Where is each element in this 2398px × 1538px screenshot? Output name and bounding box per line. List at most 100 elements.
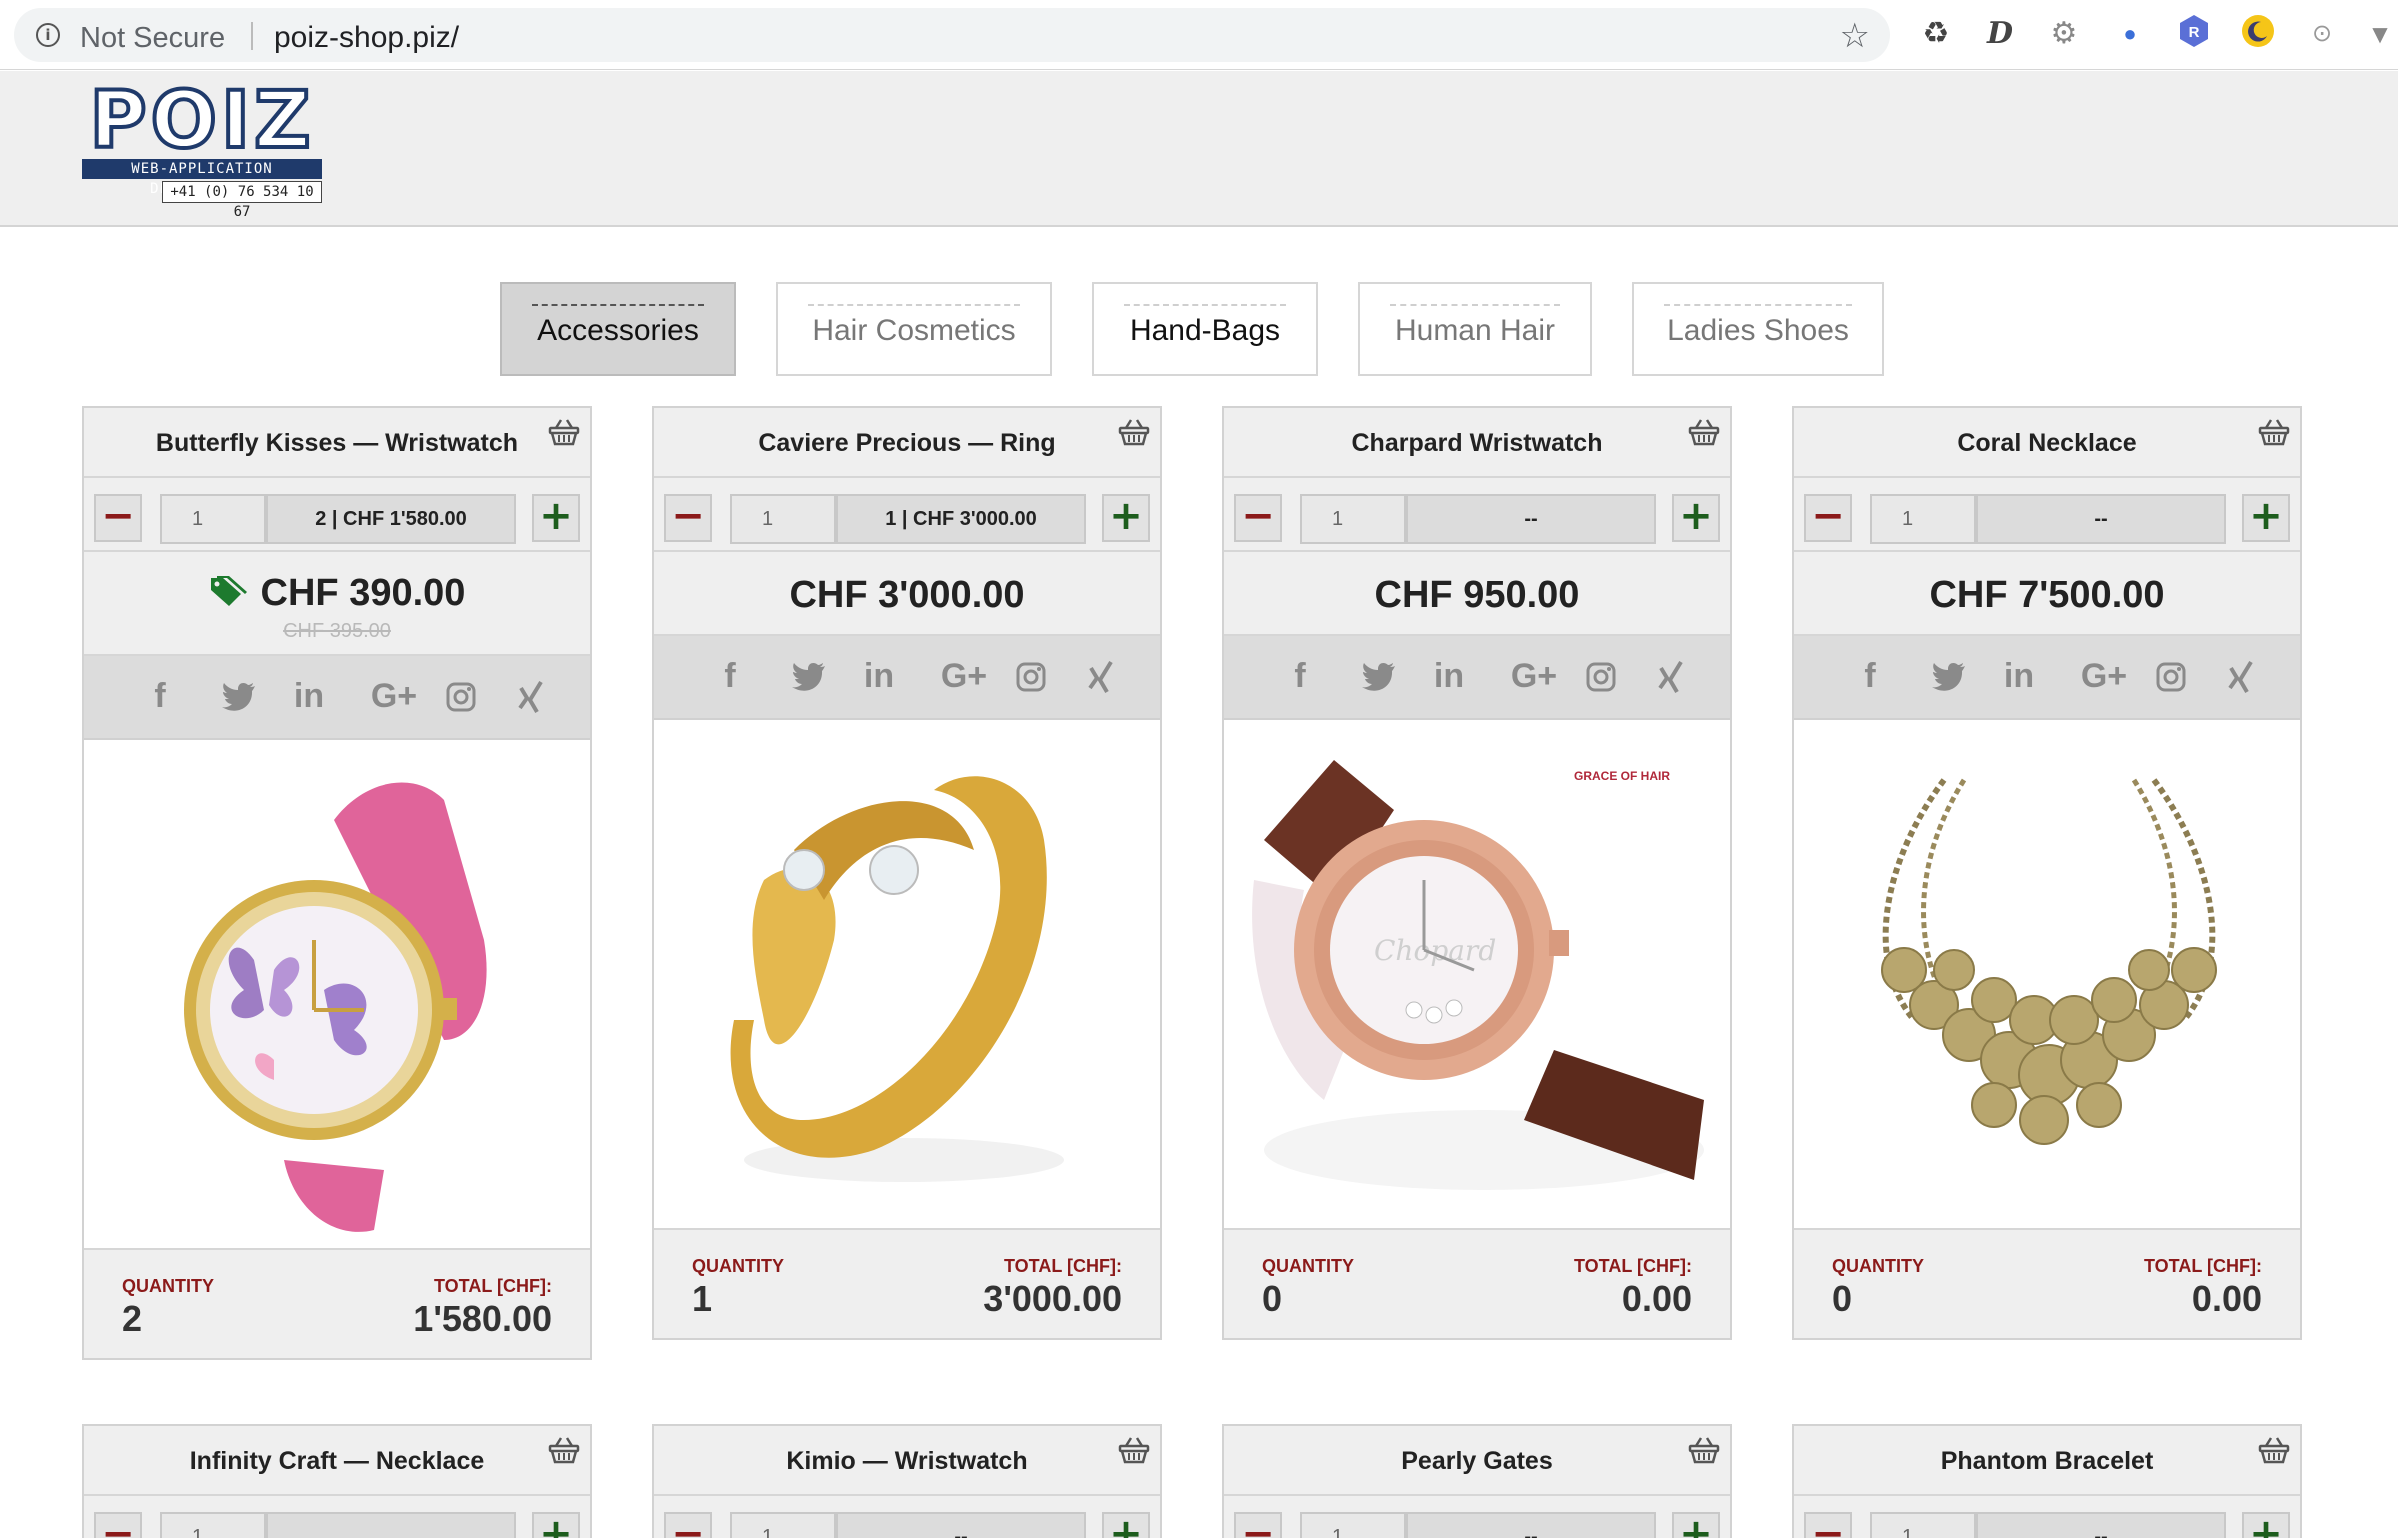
product-title: Charpard Wristwatch xyxy=(1351,429,1603,457)
facebook-icon[interactable]: f xyxy=(140,672,180,720)
facebook-icon[interactable]: f xyxy=(1850,652,1890,700)
dots-icon[interactable]: ● xyxy=(2110,14,2150,54)
instagram-icon[interactable] xyxy=(2146,652,2196,705)
increase-button[interactable]: + xyxy=(1672,1512,1720,1538)
basket-icon[interactable] xyxy=(1688,1436,1720,1464)
product-title-bar: Butterfly Kisses — Wristwatch xyxy=(84,408,590,478)
linkedin-icon[interactable]: in xyxy=(854,652,904,700)
tab-hand-bags[interactable]: Hand-Bags xyxy=(1092,282,1318,376)
instagram-icon[interactable] xyxy=(436,672,486,725)
recycle-icon[interactable]: ♻ xyxy=(1916,14,1956,54)
browser-toolbar: i Not Secure poiz-shop.piz/ ☆ ♻ D ⚙ ● R … xyxy=(0,0,2398,70)
cart-summary: -- xyxy=(1406,494,1656,544)
facebook-icon[interactable]: f xyxy=(1280,652,1320,700)
tab-hair-cosmetics[interactable]: Hair Cosmetics xyxy=(776,282,1052,376)
logo-tagline: WEB-APPLICATION DEVELOPMENT xyxy=(82,159,322,197)
price-panel: CHF 950.00 xyxy=(1224,552,1730,636)
product-price: CHF 3'000.00 xyxy=(789,574,1025,616)
twitter-icon[interactable] xyxy=(784,652,834,705)
decrease-button[interactable]: − xyxy=(94,1512,142,1538)
twitter-icon[interactable] xyxy=(214,672,264,725)
decrease-button[interactable]: − xyxy=(664,494,712,542)
xing-icon[interactable] xyxy=(1646,652,1696,707)
d-icon[interactable]: D xyxy=(1980,14,2020,54)
product-image[interactable]: GRACE OF HAIR Chopard xyxy=(1224,720,1730,1228)
product-title: Kimio — Wristwatch xyxy=(786,1447,1028,1475)
card-footer: QUANTITY TOTAL [CHF]: 2 1'580.00 xyxy=(84,1248,590,1358)
decrease-button[interactable]: − xyxy=(1234,494,1282,542)
info-icon[interactable]: i xyxy=(36,23,60,47)
basket-icon[interactable] xyxy=(548,1436,580,1464)
basket-icon[interactable] xyxy=(1118,1436,1150,1464)
increase-button[interactable]: + xyxy=(1102,494,1150,542)
quantity-label: QUANTITY xyxy=(692,1256,784,1276)
moon-icon[interactable] xyxy=(2238,14,2278,54)
address-bar[interactable]: i Not Secure poiz-shop.piz/ ☆ xyxy=(14,8,1890,62)
decrease-button[interactable]: − xyxy=(1804,1512,1852,1538)
quantity-input[interactable]: 1 xyxy=(160,1512,266,1538)
increase-button[interactable]: + xyxy=(1672,494,1720,542)
google-plus-icon[interactable]: G+ xyxy=(2074,652,2134,700)
gear-icon[interactable]: ⚙ xyxy=(2044,14,2084,54)
decrease-button[interactable]: − xyxy=(664,1512,712,1538)
increase-button[interactable]: + xyxy=(532,1512,580,1538)
dropdown-icon[interactable]: ▼ xyxy=(2360,14,2398,54)
poiz-logo[interactable]: POIZ WEB-APPLICATION DEVELOPMENT +41 (0)… xyxy=(82,80,322,220)
quantity-label: QUANTITY xyxy=(1262,1256,1354,1276)
product-image[interactable] xyxy=(1794,720,2300,1228)
increase-button[interactable]: + xyxy=(1102,1512,1150,1538)
instagram-icon[interactable] xyxy=(1576,652,1626,705)
cart-summary: -- xyxy=(1976,494,2226,544)
r-icon[interactable]: R xyxy=(2174,14,2214,54)
google-plus-icon[interactable]: G+ xyxy=(1504,652,1564,700)
twitter-icon[interactable] xyxy=(1924,652,1974,705)
quantity-controls: − 1 -- + xyxy=(654,1496,1160,1538)
code-icon[interactable]: ⊙ xyxy=(2302,14,2342,54)
tab-ladies-shoes[interactable]: Ladies Shoes xyxy=(1632,282,1884,376)
basket-icon[interactable] xyxy=(2258,418,2290,446)
increase-button[interactable]: + xyxy=(532,494,580,542)
quantity-controls: − 1 1 | CHF 3'000.00 + xyxy=(654,478,1160,552)
quantity-input[interactable]: 1 xyxy=(1300,494,1406,544)
product-image[interactable] xyxy=(654,720,1160,1228)
basket-icon[interactable] xyxy=(2258,1436,2290,1464)
basket-icon[interactable] xyxy=(1118,418,1150,446)
xing-icon[interactable] xyxy=(506,672,556,727)
twitter-icon[interactable] xyxy=(1354,652,1404,705)
tab-human-hair[interactable]: Human Hair xyxy=(1358,282,1592,376)
quantity-input[interactable]: 1 xyxy=(1870,494,1976,544)
product-title-bar: Caviere Precious — Ring xyxy=(654,408,1160,478)
svg-text:Chopard: Chopard xyxy=(1374,934,1496,967)
product-card: Phantom Bracelet − 1 -- + xyxy=(1792,1424,2302,1538)
increase-button[interactable]: + xyxy=(2242,1512,2290,1538)
cart-summary: -- xyxy=(836,1512,1086,1538)
quantity-input[interactable]: 1 xyxy=(730,494,836,544)
google-plus-icon[interactable]: G+ xyxy=(364,672,424,720)
linkedin-icon[interactable]: in xyxy=(1424,652,1474,700)
decrease-button[interactable]: − xyxy=(94,494,142,542)
basket-icon[interactable] xyxy=(548,418,580,446)
quantity-input[interactable]: 1 xyxy=(1300,1512,1406,1538)
decrease-button[interactable]: − xyxy=(1234,1512,1282,1538)
instagram-icon[interactable] xyxy=(1006,652,1056,705)
xing-icon[interactable] xyxy=(1076,652,1126,707)
card-footer: QUANTITY TOTAL [CHF]: 1 3'000.00 xyxy=(654,1228,1160,1338)
total-label: TOTAL [CHF]: xyxy=(2144,1256,2262,1276)
logo-phone: +41 (0) 76 534 10 67 xyxy=(162,181,322,220)
product-image[interactable] xyxy=(84,740,590,1248)
decrease-button[interactable]: − xyxy=(1804,494,1852,542)
quantity-input[interactable]: 1 xyxy=(160,494,266,544)
linkedin-icon[interactable]: in xyxy=(284,672,334,720)
basket-icon[interactable] xyxy=(1688,418,1720,446)
xing-icon[interactable] xyxy=(2216,652,2266,707)
quantity-input[interactable]: 1 xyxy=(730,1512,836,1538)
google-plus-icon[interactable]: G+ xyxy=(934,652,994,700)
increase-button[interactable]: + xyxy=(2242,494,2290,542)
tab-accessories[interactable]: Accessories xyxy=(500,282,736,376)
quantity-controls: − 1 -- + xyxy=(1794,1496,2300,1538)
url-text[interactable]: poiz-shop.piz/ xyxy=(274,21,459,55)
quantity-input[interactable]: 1 xyxy=(1870,1512,1976,1538)
facebook-icon[interactable]: f xyxy=(710,652,750,700)
linkedin-icon[interactable]: in xyxy=(1994,652,2044,700)
bookmark-star-icon[interactable]: ☆ xyxy=(1840,16,1870,56)
